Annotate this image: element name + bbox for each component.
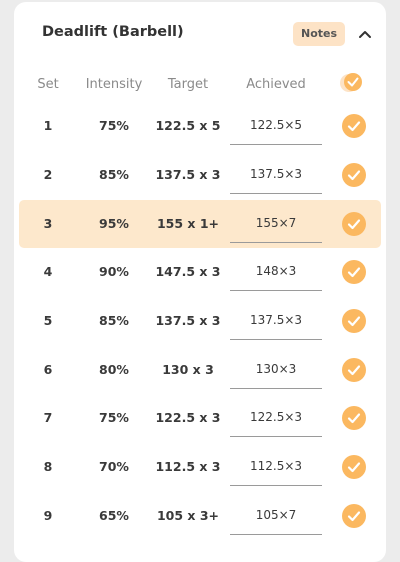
achieved-input[interactable]: 137.5×3 [230, 155, 322, 194]
set-intensity: 70% [99, 459, 129, 474]
column-header-achieved: Achieved [246, 77, 306, 92]
set-intensity: 80% [99, 362, 129, 377]
checkmark-icon[interactable] [342, 358, 366, 382]
set-target: 147.5 x 3 [155, 264, 221, 279]
checkmark-icon[interactable] [342, 114, 366, 138]
exercise-header[interactable]: Deadlift (Barbell) Notes [14, 2, 386, 62]
set-target: 137.5 x 3 [155, 313, 221, 328]
set-row: 1 75% 122.5 x 5 122.5×5 [14, 102, 386, 150]
set-intensity: 85% [99, 167, 129, 182]
set-target: 105 x 3+ [156, 508, 220, 523]
achieved-input[interactable]: 122.5×3 [230, 398, 322, 437]
set-row: 2 85% 137.5 x 3 137.5×3 [14, 151, 386, 199]
achieved-input[interactable]: 148×3 [230, 252, 322, 291]
set-number: 1 [43, 118, 53, 133]
set-target: 155 x 1+ [156, 216, 220, 231]
set-intensity: 75% [99, 410, 129, 425]
checkmark-icon[interactable] [342, 406, 366, 430]
achieved-input[interactable]: 137.5×3 [230, 301, 322, 340]
set-target: 122.5 x 5 [155, 118, 221, 133]
set-row: 9 65% 105 x 3+ 105×7 [14, 492, 386, 540]
exercise-title: Deadlift (Barbell) [42, 24, 184, 40]
set-number: 2 [43, 167, 53, 182]
achieved-input[interactable]: 105×7 [230, 496, 322, 535]
checkmark-icon[interactable] [342, 455, 366, 479]
set-row: 8 70% 112.5 x 3 112.5×3 [14, 443, 386, 491]
set-intensity: 65% [99, 508, 129, 523]
checkmark-icon[interactable] [342, 260, 366, 284]
set-row: 4 90% 147.5 x 3 148×3 [14, 248, 386, 296]
set-row: 7 75% 122.5 x 3 122.5×3 [14, 394, 386, 442]
checkmark-icon[interactable] [342, 163, 366, 187]
set-intensity: 85% [99, 313, 129, 328]
notes-button[interactable]: Notes [293, 22, 345, 46]
set-target: 137.5 x 3 [155, 167, 221, 182]
column-header-target: Target [167, 77, 209, 92]
checkmark-icon[interactable] [342, 504, 366, 528]
set-target: 122.5 x 3 [155, 410, 221, 425]
set-intensity: 75% [99, 118, 129, 133]
set-number: 9 [43, 508, 53, 523]
set-intensity: 95% [99, 216, 129, 231]
check-all-icon[interactable] [338, 71, 364, 95]
set-number: 7 [43, 410, 53, 425]
set-number: 3 [43, 216, 53, 231]
achieved-input[interactable]: 155×7 [230, 204, 322, 243]
set-number: 6 [43, 362, 53, 377]
column-header-intensity: Intensity [85, 77, 143, 92]
set-row: 6 80% 130 x 3 130×3 [14, 346, 386, 394]
set-row: 5 85% 137.5 x 3 137.5×3 [14, 297, 386, 345]
set-target: 112.5 x 3 [155, 459, 221, 474]
checkmark-icon[interactable] [342, 212, 366, 236]
achieved-input[interactable]: 112.5×3 [230, 447, 322, 486]
set-number: 8 [43, 459, 53, 474]
set-row: 3 95% 155 x 1+ 155×7 [19, 200, 381, 248]
achieved-input[interactable]: 122.5×5 [230, 106, 322, 145]
set-target: 130 x 3 [162, 362, 214, 377]
column-header-set: Set [37, 77, 59, 92]
chevron-up-icon[interactable] [355, 24, 375, 44]
set-intensity: 90% [99, 264, 129, 279]
checkmark-icon[interactable] [342, 309, 366, 333]
set-number: 4 [43, 264, 53, 279]
exercise-card: Deadlift (Barbell) Notes Set Intensity T… [14, 2, 386, 562]
achieved-input[interactable]: 130×3 [230, 350, 322, 389]
set-number: 5 [43, 313, 53, 328]
